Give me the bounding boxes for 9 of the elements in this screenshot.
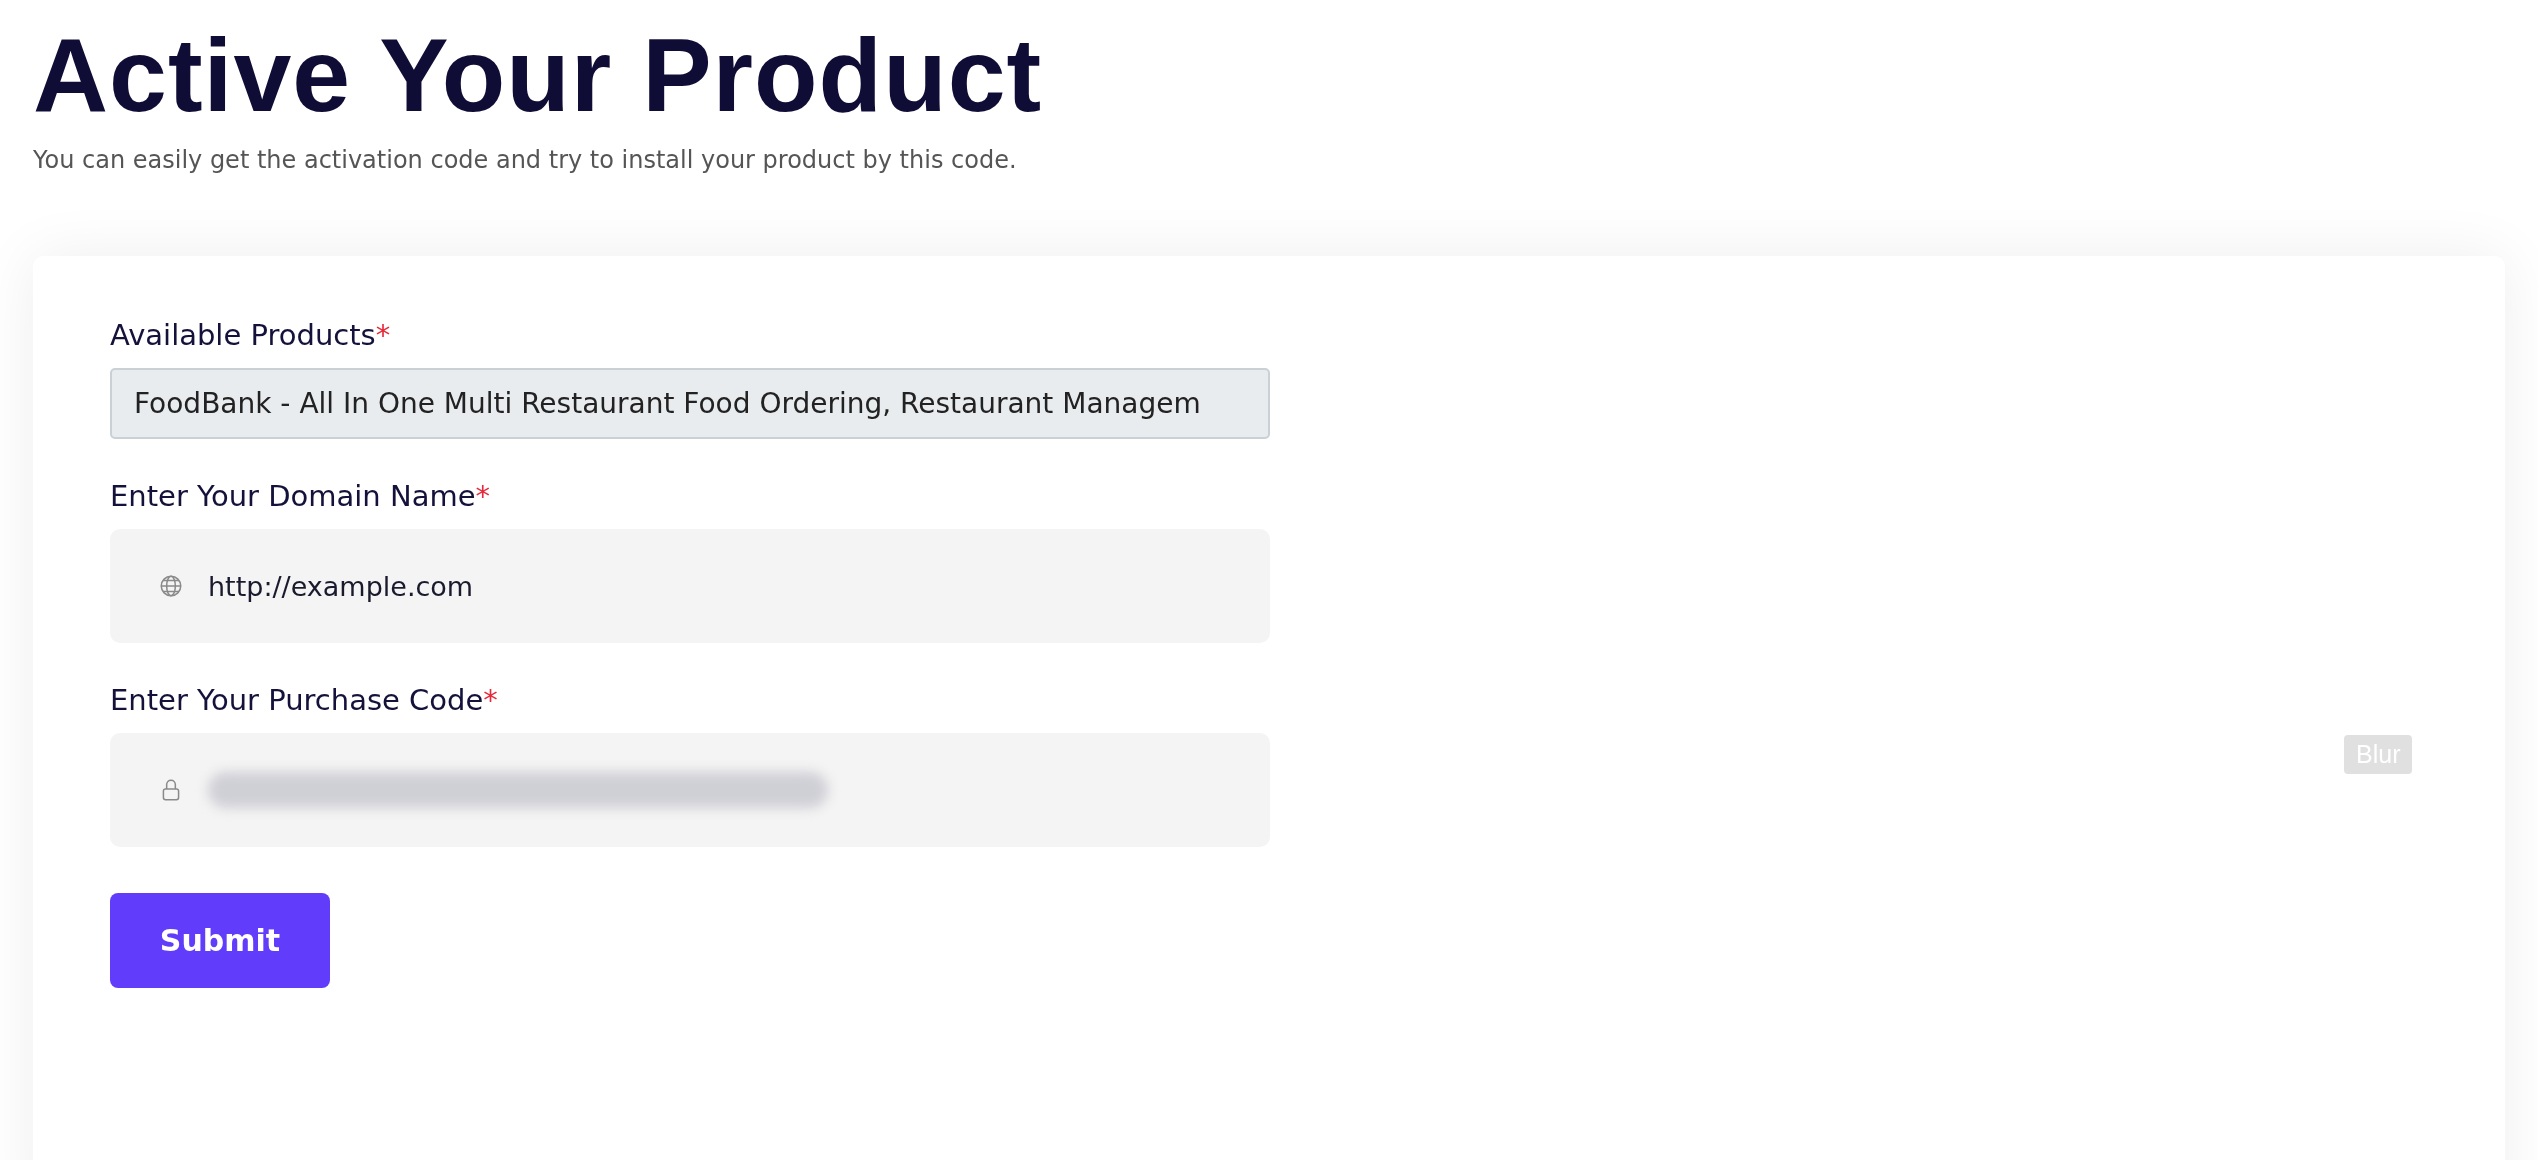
field-label: Enter Your Domain Name* <box>110 479 491 514</box>
purchase-code-field[interactable] <box>110 733 1270 848</box>
submit-button[interactable]: Submit <box>110 893 330 989</box>
field-label: Available Products* <box>110 318 392 353</box>
product-select[interactable]: FoodBank - All In One Multi Restaurant Food Ordering, Restaurant Managem <box>110 368 1270 440</box>
page-subtitle: You can easily get the activation code and try to install your product by this code. <box>33 146 1018 175</box>
field-label: Enter Your Purchase Code* <box>110 683 499 718</box>
domain-field[interactable]: http://example.com <box>110 529 1270 644</box>
page-title: Active Your Product <box>33 18 1044 133</box>
